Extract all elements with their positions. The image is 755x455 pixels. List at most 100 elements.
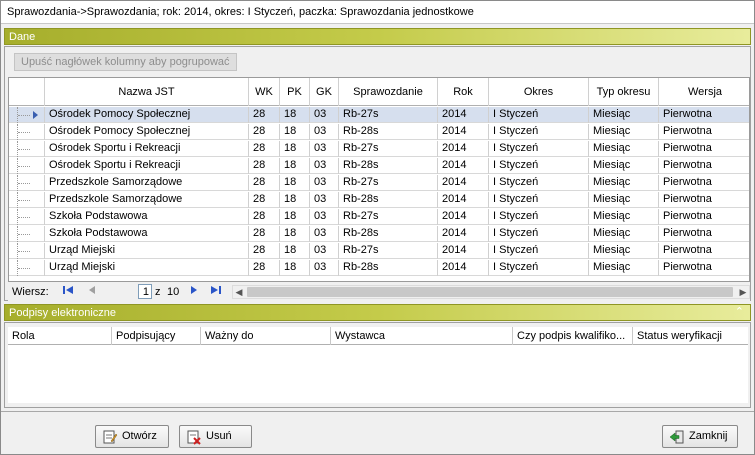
table-cell: Miesiąc (589, 107, 659, 123)
row-indicator[interactable] (9, 192, 45, 208)
edit-document-icon (102, 429, 118, 445)
table-row[interactable]: Przedszkole Samorządowe 28 18 03 Rb-27s 2014 I… (9, 175, 749, 191)
last-page-icon[interactable] (208, 284, 224, 300)
table-cell: Rb-28s (339, 226, 438, 242)
column-header-pk[interactable]: PK (280, 78, 310, 106)
column-header-wazny-do[interactable]: Ważny do (201, 327, 331, 345)
table-cell: 18 (280, 124, 310, 140)
scroll-right-icon[interactable]: ▶ (737, 286, 749, 298)
tree-line (17, 260, 31, 276)
column-header-nazwa-jst[interactable]: Nazwa JST (45, 78, 249, 106)
table-cell: 28 (249, 158, 280, 174)
table-cell: Pierwotna (663, 227, 712, 239)
podpisy-panel-header[interactable]: Podpisy elektroniczne ⌃ (4, 304, 751, 321)
table-row[interactable]: Ośrodek Sportu i Rekreacji 28 18 03 Rb-27s 20… (9, 141, 749, 157)
prev-page-icon[interactable] (84, 284, 100, 300)
table-cell: 2014 (438, 107, 489, 123)
row-indicator[interactable] (9, 141, 45, 157)
first-page-icon[interactable] (60, 284, 76, 300)
group-by-area[interactable]: Upuść nagłówek kolumny aby pogrupować (8, 50, 747, 74)
table-cell: Pierwotna (663, 159, 712, 171)
table-cell: Miesiąc (589, 226, 659, 242)
table-cell: Przedszkole Samorządowe (45, 192, 249, 208)
column-header-sprawozdanie[interactable]: Sprawozdanie (339, 78, 438, 106)
row-indicator[interactable] (9, 175, 45, 191)
row-indicator[interactable] (9, 226, 45, 242)
navigator-of-label: z (155, 286, 161, 298)
column-header-wk[interactable]: WK (249, 78, 280, 106)
column-header-typ-okresu[interactable]: Typ okresu (589, 78, 659, 106)
row-indicator[interactable] (9, 260, 45, 276)
row-indicator[interactable] (9, 209, 45, 225)
table-cell: I Styczeń (489, 141, 589, 157)
column-header-okres[interactable]: Okres (489, 78, 589, 106)
table-cell: 18 (280, 158, 310, 174)
row-indicator[interactable] (9, 124, 45, 140)
table-row[interactable]: Szkoła Podstawowa 28 18 03 Rb-28s 2014 I Stycz… (9, 226, 749, 242)
table-row[interactable]: Szkoła Podstawowa 28 18 03 Rb-27s 2014 I Stycz… (9, 209, 749, 225)
podpisy-panel-body: Rola Podpisujący Ważny do Wystawca Czy p… (4, 322, 751, 408)
table-cell: 03 (310, 158, 339, 174)
table-cell: Ośrodek Pomocy Społecznej (45, 107, 249, 123)
table-cell: 18 (280, 107, 310, 123)
table-cell: Pierwotna (663, 108, 712, 120)
table-cell: Pierwotna (663, 193, 712, 205)
next-page-icon[interactable] (186, 284, 202, 300)
table-cell: I Styczeń (489, 226, 589, 242)
tree-line (17, 226, 31, 242)
table-cell: I Styczeń (489, 107, 589, 123)
reports-grid[interactable]: Nazwa JST WK PK GK Sprawozdanie Rok Okre… (8, 77, 750, 282)
table-cell: 2014 (438, 124, 489, 140)
table-cell: 28 (249, 243, 280, 259)
table-row[interactable]: Przedszkole Samorządowe 28 18 03 Rb-28s 2014 I… (9, 192, 749, 208)
row-indicator[interactable] (9, 243, 45, 259)
table-cell: Urząd Miejski (45, 243, 249, 259)
table-cell: Szkoła Podstawowa (45, 209, 249, 225)
column-header-podpisujacy[interactable]: Podpisujący (112, 327, 201, 345)
table-row[interactable]: Ośrodek Pomocy Społecznej 28 18 03 Rb-28s 201… (9, 124, 749, 140)
table-cell: 28 (249, 192, 280, 208)
table-cell: Pierwotna (663, 261, 712, 273)
table-row[interactable]: Ośrodek Sportu i Rekreacji 28 18 03 Rb-28s 20… (9, 158, 749, 174)
scroll-left-icon[interactable]: ◀ (233, 286, 245, 298)
column-header-czy-podpis[interactable]: Czy podpis kwalifiko... (513, 327, 633, 345)
table-cell: 18 (280, 260, 310, 276)
table-row[interactable]: Urząd Miejski 28 18 03 Rb-27s 2014 I Styczeń Mi… (9, 243, 749, 259)
table-cell: 2014 (438, 243, 489, 259)
footer-divider (1, 411, 754, 412)
row-indicator[interactable] (9, 107, 45, 123)
column-header-status[interactable]: Status weryfikacji (633, 327, 748, 345)
table-cell: 28 (249, 175, 280, 191)
table-row[interactable]: Urząd Miejski 28 18 03 Rb-28s 2014 I Styczeń Mi… (9, 260, 749, 276)
page-number-input[interactable] (138, 284, 152, 299)
table-cell: I Styczeń (489, 124, 589, 140)
table-cell: 2014 (438, 175, 489, 191)
delete-button[interactable]: Usuń (179, 425, 252, 448)
column-header-rola[interactable]: Rola (8, 327, 112, 345)
close-button[interactable]: Zamknij (662, 425, 738, 448)
record-navigator: Wiersz: z 10 ◀ ▶ (8, 283, 750, 301)
table-cell: 03 (310, 175, 339, 191)
tree-line (17, 158, 31, 174)
column-header-gk[interactable]: GK (310, 78, 339, 106)
collapse-up-icon[interactable]: ⌃ (735, 305, 744, 318)
open-button-label: Otwórz (122, 430, 157, 442)
row-indicator[interactable] (9, 158, 45, 174)
column-header-rok[interactable]: Rok (438, 78, 489, 106)
horizontal-scrollbar[interactable]: ◀ ▶ (232, 285, 750, 299)
table-cell: Rb-28s (339, 124, 438, 140)
dane-panel-body: Upuść nagłówek kolumny aby pogrupować Na… (4, 46, 751, 301)
signatures-header: Rola Podpisujący Ważny do Wystawca Czy p… (8, 327, 748, 345)
table-cell: Miesiąc (589, 260, 659, 276)
table-cell: Szkoła Podstawowa (45, 226, 249, 242)
signatures-list[interactable] (8, 345, 748, 403)
column-header-wersja[interactable]: Wersja (659, 78, 749, 106)
column-header-wystawca[interactable]: Wystawca (331, 327, 513, 345)
table-row[interactable]: Ośrodek Pomocy Społecznej 28 18 03 Rb-27s 201… (9, 107, 749, 123)
open-button[interactable]: Otwórz (95, 425, 169, 448)
table-cell: Rb-28s (339, 260, 438, 276)
table-cell: I Styczeń (489, 158, 589, 174)
scrollbar-thumb[interactable] (247, 287, 733, 297)
table-cell: 03 (310, 260, 339, 276)
header-indicator (9, 78, 45, 106)
